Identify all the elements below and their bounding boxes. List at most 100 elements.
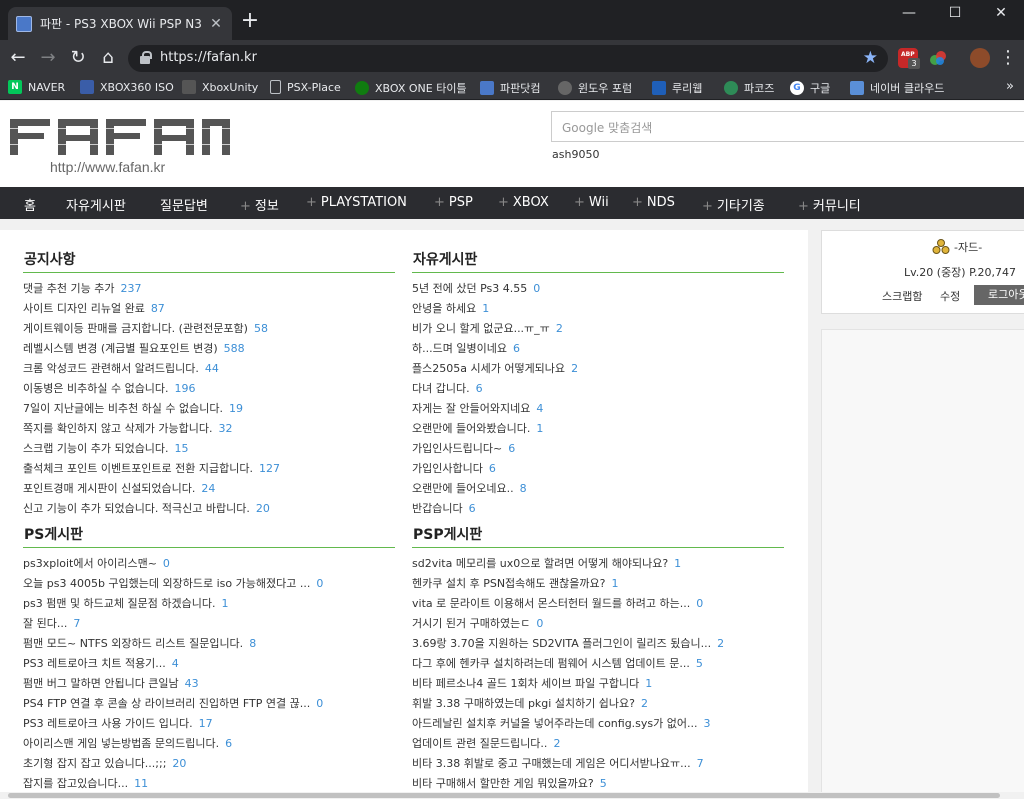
post-title[interactable]: PS3 레트로아크 치트 적용기... <box>23 657 166 670</box>
post-item[interactable]: 오랜만에 들어와봤습니다. 1 <box>412 419 784 439</box>
post-item[interactable]: 펌맨 모드~ NTFS 외장하드 리스트 질문입니다. 8 <box>23 634 395 654</box>
scrap-link[interactable]: 스크랩함 <box>882 288 922 304</box>
section-title[interactable]: 공지사항 <box>23 249 395 273</box>
section-title[interactable]: PS게시판 <box>23 524 395 548</box>
post-title[interactable]: 출석체크 포인트 이벤트포인트로 전환 지급합니다. <box>23 462 253 475</box>
post-item[interactable]: 가입인사드립니다~ 6 <box>412 439 784 459</box>
bookmark-xboxunity[interactable]: XboxUnity <box>182 80 258 94</box>
post-item[interactable]: 다그 후에 헨카쿠 설치하려는데 펌웨어 시스템 업데이트 문... 5 <box>412 654 784 674</box>
post-title[interactable]: 신고 기능이 추가 되었습니다. 적극신고 바랍니다. <box>23 502 250 515</box>
bookmark-fafan[interactable]: 파판닷컴 <box>480 80 540 96</box>
post-title[interactable]: 업데이트 관련 질문드립니다.. <box>412 737 547 750</box>
post-title[interactable]: 자게는 잘 안들어와지네요 <box>412 402 530 415</box>
post-title[interactable]: 포인트경매 게시판이 신설되었습니다. <box>23 482 195 495</box>
bookmark-parkoz[interactable]: 파코즈 <box>724 80 774 96</box>
post-title[interactable]: 레벨시스템 변경 (계급별 필요포인트 변경) <box>23 342 218 355</box>
post-title[interactable]: ps3 펌맨 및 하드교체 질문점 하겠습니다. <box>23 597 216 610</box>
post-item[interactable]: 사이트 디자인 리뉴얼 완료 87 <box>23 299 395 319</box>
nav-item-qna[interactable]: 질문답변 <box>160 195 208 214</box>
post-item[interactable]: 비타 구매해서 할만한 게임 뭐있을까요? 5 <box>412 774 784 794</box>
post-item[interactable]: 잡지를 잡고있습니다... 11 <box>23 774 395 794</box>
post-title[interactable]: vita 로 문라이트 이용해서 몬스터헌터 월드를 하려고 하는... <box>412 597 690 610</box>
nav-item-nds[interactable]: + NDS <box>632 195 675 210</box>
post-item[interactable]: 거시기 된거 구매하였는ㄷ 0 <box>412 614 784 634</box>
new-tab-button[interactable]: + <box>238 10 262 34</box>
post-item[interactable]: PS4 FTP 연결 후 콘솔 상 라이브러리 진입하면 FTP 연결 끊...… <box>23 694 395 714</box>
nav-item-info[interactable]: + 정보 <box>240 195 279 214</box>
post-item[interactable]: 게이트웨이등 판매를 금지합니다. (관련전문포함) 58 <box>23 319 395 339</box>
post-item[interactable]: 반갑습니다 6 <box>412 499 784 519</box>
bookmark-windows-forum[interactable]: 윈도우 포럼 <box>558 80 632 96</box>
nav-item-home[interactable]: 홈 <box>24 195 36 214</box>
post-item[interactable]: 5년 전에 샀던 Ps3 4.55 0 <box>412 279 784 299</box>
nav-item-xbox[interactable]: + XBOX <box>498 195 549 210</box>
post-item[interactable]: 잘 된다... 7 <box>23 614 395 634</box>
post-item[interactable]: sd2vita 메모리를 ux0으로 할려면 어떻게 해야되나요? 1 <box>412 554 784 574</box>
close-tab-icon[interactable]: ✕ <box>208 16 224 32</box>
address-bar[interactable]: https://fafan.kr ★ <box>128 45 888 72</box>
post-item[interactable]: 신고 기능이 추가 되었습니다. 적극신고 바랍니다. 20 <box>23 499 395 519</box>
horizontal-scrollbar[interactable] <box>0 792 1024 799</box>
post-title[interactable]: 오늘 ps3 4005b 구입했는데 외장하드로 iso 가능해졌다고 ... <box>23 577 310 590</box>
post-title[interactable]: 펌맨 버그 말하면 안됩니다 큰일남 <box>23 677 179 690</box>
post-title[interactable]: 비가 오니 할게 없군요...ㅠ_ㅠ <box>412 322 550 335</box>
adblock-extension-icon[interactable]: ABP 3 <box>898 48 920 69</box>
home-icon[interactable]: ⌂ <box>96 46 120 70</box>
bookmark-naver[interactable]: N NAVER <box>8 80 65 94</box>
post-item[interactable]: 비타 페르소나4 골드 1회차 세이브 파일 구합니다 1 <box>412 674 784 694</box>
post-title[interactable]: 7일이 지난글에는 비추천 하실 수 없습니다. <box>23 402 223 415</box>
post-title[interactable]: 가입인사드립니다~ <box>412 442 502 455</box>
colorful-extension-icon[interactable] <box>928 48 948 68</box>
forward-arrow-icon[interactable]: → <box>36 46 60 70</box>
post-item[interactable]: 오늘 ps3 4005b 구입했는데 외장하드로 iso 가능해졌다고 ... 0 <box>23 574 395 594</box>
post-title[interactable]: 다녀 갑니다. <box>412 382 470 395</box>
post-item[interactable]: 아이리스맨 게임 넣는방법좀 문의드립니다. 6 <box>23 734 395 754</box>
menu-kebab-icon[interactable]: ⋮ <box>996 46 1020 70</box>
post-item[interactable]: vita 로 문라이트 이용해서 몬스터헌터 월드를 하려고 하는... 0 <box>412 594 784 614</box>
post-title[interactable]: sd2vita 메모리를 ux0으로 할려면 어떻게 해야되나요? <box>412 557 668 570</box>
bookmark-google[interactable]: G 구글 <box>790 80 830 96</box>
post-item[interactable]: ps3 펌맨 및 하드교체 질문점 하겠습니다. 1 <box>23 594 395 614</box>
post-title[interactable]: 오랜만에 들어오네요.. <box>412 482 514 495</box>
post-item[interactable]: 비타 3.38 휘발로 중고 구매했는데 게임은 어디서받나요ㅠ... 7 <box>412 754 784 774</box>
post-item[interactable]: 7일이 지난글에는 비추천 하실 수 없습니다. 19 <box>23 399 395 419</box>
post-title[interactable]: 쪽지를 확인하지 않고 삭제가 가능합니다. <box>23 422 213 435</box>
post-title[interactable]: PS4 FTP 연결 후 콘솔 상 라이브러리 진입하면 FTP 연결 끊... <box>23 697 310 710</box>
back-arrow-icon[interactable]: ← <box>6 46 30 70</box>
post-title[interactable]: 헨카쿠 설치 후 PSN접속해도 괜찮을까요? <box>412 577 605 590</box>
post-item[interactable]: 포인트경매 게시판이 신설되었습니다. 24 <box>23 479 395 499</box>
post-item[interactable]: 초기형 잡지 잡고 있습니다...;;; 20 <box>23 754 395 774</box>
post-title[interactable]: 스크랩 기능이 추가 되었습니다. <box>23 442 169 455</box>
post-item[interactable]: 아드레날린 설치후 커널을 넣어주라는데 config.sys가 없어... 3 <box>412 714 784 734</box>
nav-item-community[interactable]: + 커뮤니티 <box>798 195 861 214</box>
post-item[interactable]: 휘발 3.38 구매하였는데 pkgi 설치하기 쉽나요? 2 <box>412 694 784 714</box>
post-item[interactable]: 스크랩 기능이 추가 되었습니다. 15 <box>23 439 395 459</box>
nav-item-etc-platforms[interactable]: + 기타기종 <box>702 195 765 214</box>
scrollbar-thumb[interactable] <box>8 793 1000 798</box>
post-title[interactable]: 아이리스맨 게임 넣는방법좀 문의드립니다. <box>23 737 219 750</box>
nav-item-psp[interactable]: + PSP <box>434 195 473 210</box>
post-item[interactable]: 안녕을 하세요 1 <box>412 299 784 319</box>
post-item[interactable]: 이동병은 비추하실 수 없습니다. 196 <box>23 379 395 399</box>
minimize-button[interactable]: — <box>886 0 932 28</box>
post-title[interactable]: 이동병은 비추하실 수 없습니다. <box>23 382 169 395</box>
browser-tab[interactable]: 파판 - PS3 XBOX Wii PSP N3DS NI ✕ <box>8 7 232 40</box>
post-item[interactable]: 다녀 갑니다. 6 <box>412 379 784 399</box>
post-item[interactable]: 자게는 잘 안들어와지네요 4 <box>412 399 784 419</box>
bookmark-xbox-one[interactable]: XBOX ONE 타이틀 <box>355 80 467 96</box>
edit-profile-link[interactable]: 수정 <box>940 288 960 304</box>
post-title[interactable]: 반갑습니다 <box>412 502 463 515</box>
post-item[interactable]: 레벨시스템 변경 (계급별 필요포인트 변경) 588 <box>23 339 395 359</box>
post-item[interactable]: 댓글 추천 기능 추가 237 <box>23 279 395 299</box>
post-title[interactable]: 휘발 3.38 구매하였는데 pkgi 설치하기 쉽나요? <box>412 697 635 710</box>
post-title[interactable]: 펌맨 모드~ NTFS 외장하드 리스트 질문입니다. <box>23 637 243 650</box>
post-title[interactable]: 가입인사합니다 <box>412 462 483 475</box>
site-logo[interactable] <box>10 117 230 161</box>
post-title[interactable]: 하...드며 일병이네요 <box>412 342 507 355</box>
bookmark-xbox360-iso[interactable]: XBOX360 ISO <box>80 80 174 94</box>
bookmark-naver-cloud[interactable]: 네이버 클라우드 <box>850 80 944 96</box>
post-title[interactable]: 초기형 잡지 잡고 있습니다...;;; <box>23 757 166 770</box>
post-title[interactable]: 댓글 추천 기능 추가 <box>23 282 114 295</box>
post-item[interactable]: 오랜만에 들어오네요.. 8 <box>412 479 784 499</box>
post-title[interactable]: 안녕을 하세요 <box>412 302 476 315</box>
